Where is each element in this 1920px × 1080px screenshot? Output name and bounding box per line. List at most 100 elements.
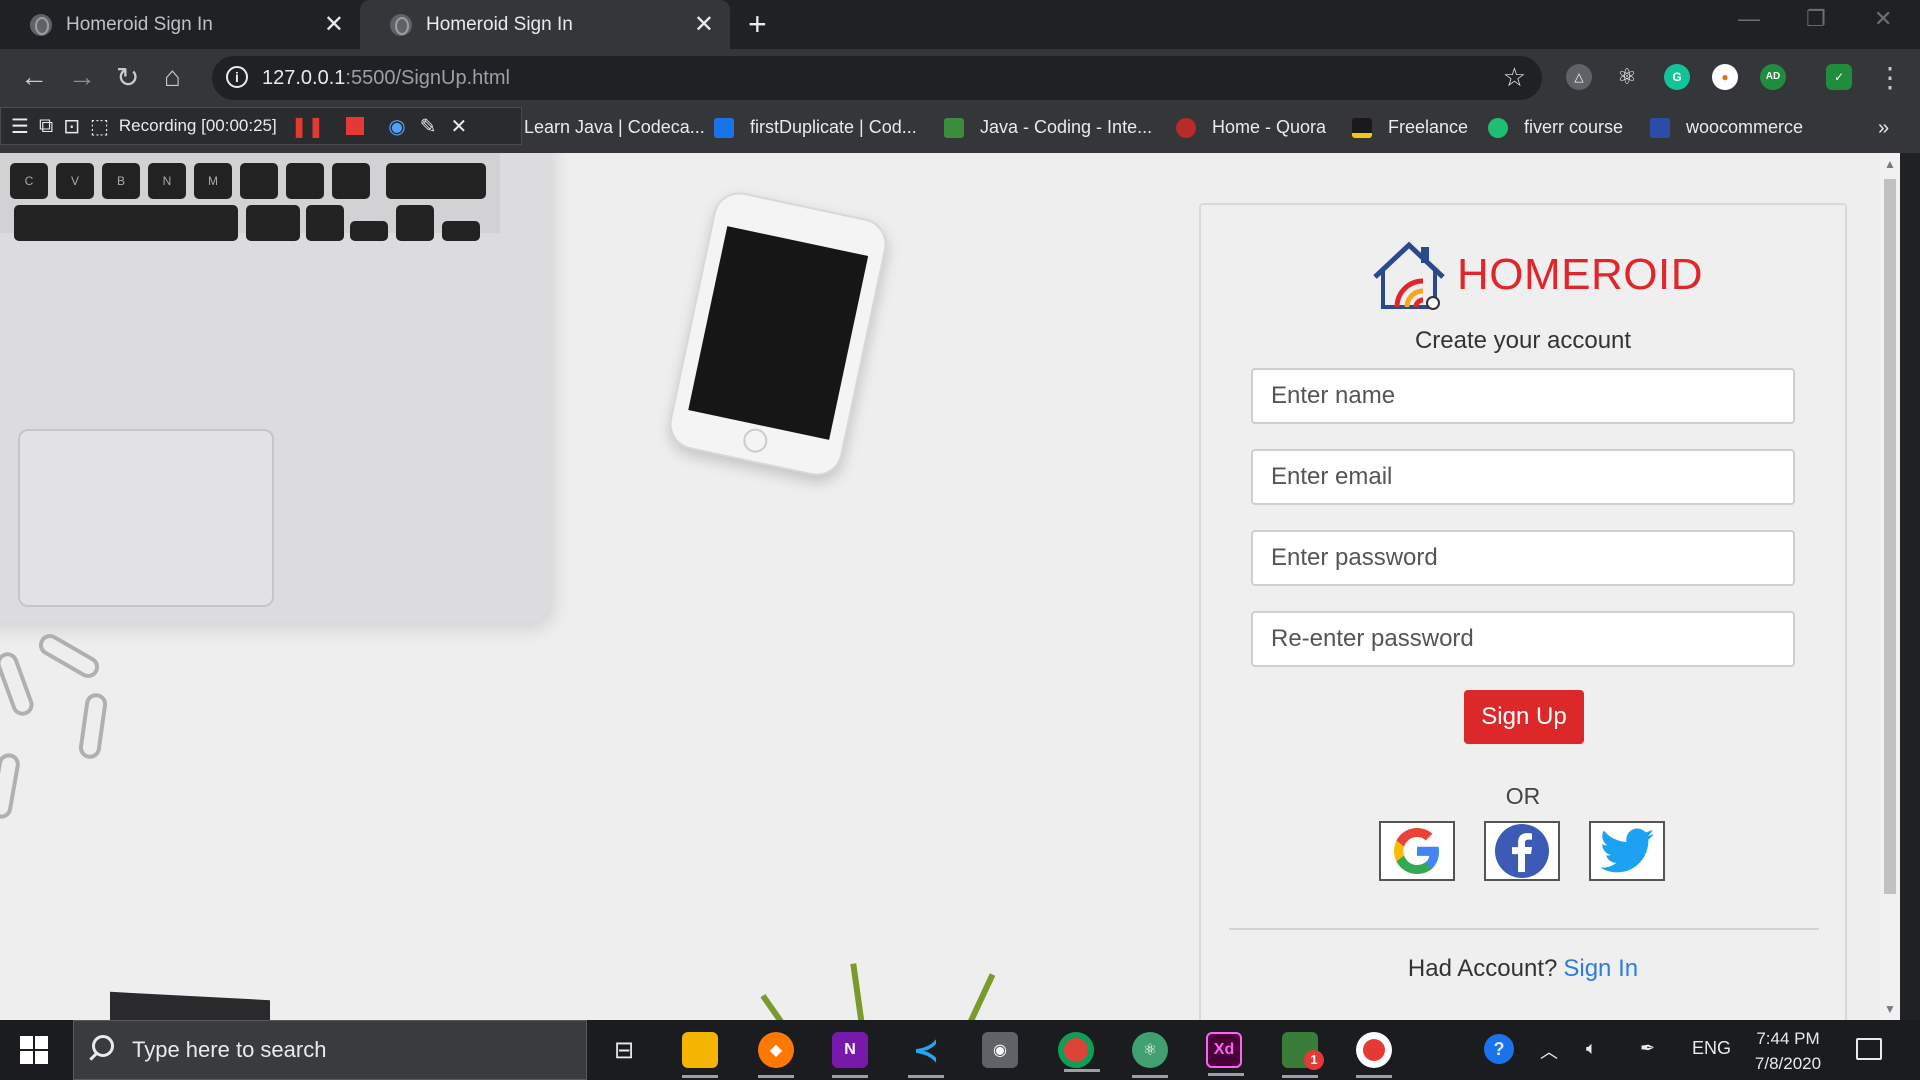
volume-icon[interactable]: 🔈︎ xyxy=(1586,1038,1597,1059)
whatsapp-icon[interactable]: 1 xyxy=(1282,1032,1324,1078)
menu-kebab-icon[interactable]: ⋮ xyxy=(1876,61,1904,94)
phone-home-button xyxy=(741,426,770,455)
quora-icon xyxy=(1176,117,1196,138)
adobe-xd-icon[interactable]: Xd xyxy=(1206,1032,1244,1076)
new-tab-button[interactable]: + xyxy=(748,6,767,43)
windows-taskbar: Type here to search ⊟ ◆ N ≺ ◉ ⚛ Xd 1 ? ︿… xyxy=(0,1020,1920,1080)
extension-drive-icon[interactable]: △ xyxy=(1566,64,1592,90)
home-icon[interactable]: ⌂ xyxy=(164,61,181,93)
search-icon xyxy=(92,1035,114,1057)
globe-icon xyxy=(30,13,52,36)
adblock-icon[interactable]: AD xyxy=(1760,64,1786,90)
pen-tray-icon[interactable]: ✒ xyxy=(1640,1038,1655,1059)
pen-icon[interactable]: ✎ xyxy=(420,114,437,139)
scroll-up-icon[interactable]: ▲ xyxy=(1884,157,1896,171)
close-recording-icon[interactable]: ✕ xyxy=(450,114,467,139)
woocommerce-icon xyxy=(1650,117,1670,138)
atom-icon[interactable]: ⚛ xyxy=(1132,1032,1168,1078)
address-bar[interactable]: i 127.0.0.1:5500/SignUp.html ☆ xyxy=(212,56,1542,100)
name-input[interactable] xyxy=(1251,368,1795,424)
scrollbar-thumb[interactable] xyxy=(1884,179,1896,894)
camera-icon[interactable]: ◉ xyxy=(982,1032,1018,1068)
recording-toolbar: ☰ ⧉ ⊡ ⬚ Recording [00:00:25] ❚❚ ◉ ✎ ✕ xyxy=(0,107,522,145)
keyboard-key: N xyxy=(148,163,186,199)
bookmark-star-icon[interactable]: ☆ xyxy=(1503,62,1526,93)
region-select-icon[interactable]: ⊡ xyxy=(63,114,80,139)
site-info-icon[interactable]: i xyxy=(226,66,248,88)
bookmark-item[interactable]: woocommerce xyxy=(1650,117,1803,138)
back-icon[interactable]: ← xyxy=(20,61,48,93)
action-center-icon[interactable] xyxy=(1856,1038,1882,1060)
window-close-icon[interactable]: ✕ xyxy=(1874,6,1892,32)
extension-react-icon[interactable]: ⚛ xyxy=(1614,64,1640,90)
file-explorer-icon[interactable] xyxy=(682,1032,718,1078)
system-clock[interactable]: 7:44 PM 7/8/2020 xyxy=(1738,1026,1838,1076)
email-input[interactable] xyxy=(1251,449,1795,505)
password-input[interactable] xyxy=(1251,530,1795,586)
bookmark-item[interactable]: fiverr course xyxy=(1488,117,1623,138)
fullscreen-select-icon[interactable]: ⬚ xyxy=(90,114,109,139)
close-tab-icon[interactable]: ✕ xyxy=(324,10,344,39)
keyboard-key xyxy=(386,163,486,199)
clock-time: 7:44 PM xyxy=(1756,1029,1820,1048)
google-icon xyxy=(1394,828,1439,874)
plant-leaf xyxy=(960,973,996,1020)
task-view-icon[interactable]: ⊟ xyxy=(606,1032,642,1068)
onenote-icon[interactable]: N xyxy=(832,1032,868,1078)
page-viewport: C V B N M HOMEROID Create your account E… xyxy=(0,153,1880,1020)
chrome-icon[interactable] xyxy=(1058,1032,1100,1072)
hamburger-icon[interactable]: ☰ xyxy=(11,114,29,139)
signup-button[interactable]: Sign Up xyxy=(1464,690,1584,744)
keyboard-key xyxy=(286,163,324,199)
vscode-icon[interactable]: ≺ xyxy=(908,1032,944,1078)
help-icon[interactable]: ? xyxy=(1484,1034,1514,1064)
bookmark-item[interactable]: firstDuplicate | Cod... xyxy=(714,117,917,138)
keyboard-key xyxy=(246,205,300,241)
bookmarks-overflow-button[interactable]: » xyxy=(1878,117,1889,140)
signup-subtitle: Create your account xyxy=(1414,327,1632,354)
close-tab-icon[interactable]: ✕ xyxy=(694,10,714,39)
keyboard-key: V xyxy=(56,163,94,199)
bookmark-item[interactable]: Learn Java | Codeca... xyxy=(524,117,705,138)
codesignal-icon xyxy=(714,117,734,138)
reload-icon[interactable]: ↻ xyxy=(116,61,139,94)
google-signin-button[interactable] xyxy=(1379,821,1455,881)
window-select-icon[interactable]: ⧉ xyxy=(39,115,53,138)
stop-icon[interactable] xyxy=(346,117,365,135)
camera-icon[interactable]: ◉ xyxy=(388,114,405,139)
recorder-icon[interactable] xyxy=(1356,1032,1392,1078)
shield-icon[interactable]: ✓ xyxy=(1826,64,1852,90)
confirm-password-input[interactable] xyxy=(1251,611,1795,667)
page-scrollbar[interactable]: ▲ ▼ xyxy=(1880,153,1900,1020)
scroll-down-icon[interactable]: ▼ xyxy=(1884,1002,1896,1016)
bookmark-item[interactable]: Home - Quora xyxy=(1176,117,1326,138)
bookmark-item[interactable]: Freelance xyxy=(1352,117,1468,138)
windows-start-icon[interactable] xyxy=(20,1036,48,1064)
brand-name: HOMEROID xyxy=(1457,250,1703,299)
restore-icon[interactable]: ❐ xyxy=(1806,6,1826,32)
pause-icon[interactable]: ❚❚ xyxy=(291,114,325,139)
signup-card: HOMEROID Create your account Sign Up OR xyxy=(1199,203,1847,1020)
minimize-icon[interactable]: — xyxy=(1738,6,1760,32)
bookmark-item[interactable]: Java - Coding - Inte... xyxy=(944,117,1152,138)
taskbar-search-box[interactable]: Type here to search xyxy=(73,1020,587,1080)
language-indicator[interactable]: ENG xyxy=(1692,1038,1731,1059)
extension-fire-icon[interactable]: ● xyxy=(1712,64,1738,90)
tab-strip: Homeroid Sign In ✕ Homeroid Sign In ✕ + … xyxy=(0,0,1920,49)
laptop-image: C V B N M xyxy=(0,153,550,623)
forward-icon[interactable]: → xyxy=(68,61,96,93)
or-separator: OR xyxy=(1505,783,1541,809)
twitter-signin-button[interactable] xyxy=(1589,821,1665,881)
sign-in-link[interactable]: Sign In xyxy=(1563,955,1638,982)
tab-homeroid-2[interactable]: Homeroid Sign In ✕ xyxy=(360,0,730,49)
brand: HOMEROID xyxy=(1369,237,1703,313)
tray-expand-icon[interactable]: ︿ xyxy=(1540,1038,1558,1064)
grammarly-icon[interactable]: G xyxy=(1664,64,1690,90)
notification-badge: 1 xyxy=(1304,1050,1324,1070)
paperclip-image xyxy=(0,751,22,821)
phone-screen xyxy=(688,226,869,440)
avast-icon[interactable]: ◆ xyxy=(758,1032,794,1078)
tab-homeroid-1[interactable]: Homeroid Sign In ✕ xyxy=(0,0,360,49)
keyboard-key xyxy=(350,221,388,241)
facebook-signin-button[interactable] xyxy=(1484,821,1560,881)
